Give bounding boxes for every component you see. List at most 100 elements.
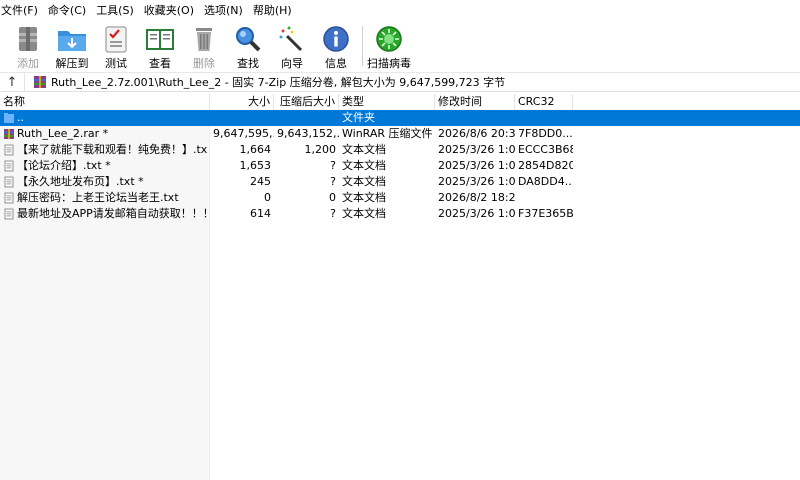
up-arrow-icon[interactable]: ↑ — [0, 72, 24, 92]
list-header: 名称 大小 压缩后大小 类型 修改时间 CRC32 — [0, 94, 800, 110]
row-size: 245 — [250, 175, 271, 188]
test-button[interactable]: 测试 — [94, 22, 138, 70]
row-modified: 2026/8/2 18:28 — [438, 191, 515, 204]
test-label: 测试 — [105, 57, 127, 70]
row-packed: 0 — [329, 191, 336, 204]
row-name-cell: 【永久地址发布页】.txt * — [0, 174, 210, 190]
row-name-cell: .. — [0, 110, 210, 126]
row-modified: 2025/3/26 1:07 — [438, 143, 515, 156]
address-bar: ↑ Ruth_Lee_2.7z.001\Ruth_Lee_2 - 固实 7-Zi… — [0, 72, 800, 92]
add-archive-icon — [12, 24, 44, 54]
row-name: Ruth_Lee_2.rar * — [17, 127, 109, 140]
table-row[interactable]: .. 文件夹 — [0, 110, 800, 126]
row-name: .. — [17, 111, 24, 124]
menu-file[interactable]: 文件(F) — [0, 0, 41, 22]
add-label: 添加 — [17, 57, 39, 70]
view-book-icon — [144, 24, 176, 54]
column-header-crc[interactable]: CRC32 — [515, 94, 573, 110]
row-type: 文本文档 — [342, 143, 386, 156]
table-row[interactable]: 最新地址及APP请发邮箱自动获取！！！.tx... 614 ? 文本文档 202… — [0, 206, 800, 222]
extract-to-button[interactable]: 解压到 — [50, 22, 94, 70]
row-packed: ? — [330, 175, 336, 188]
row-crc: ECCC3B68 — [518, 143, 573, 156]
column-header-packed[interactable]: 压缩后大小 — [274, 94, 339, 110]
info-button[interactable]: 信息 — [314, 22, 358, 70]
menu-options[interactable]: 选项(N) — [201, 0, 246, 22]
column-header-modified[interactable]: 修改时间 — [435, 94, 515, 110]
magic-wand-icon — [276, 24, 308, 54]
row-packed: ? — [330, 207, 336, 220]
row-type: 文本文档 — [342, 175, 386, 188]
rar-archive-icon — [3, 128, 15, 140]
row-name-cell: 【论坛介绍】.txt * — [0, 158, 210, 174]
path-field[interactable]: Ruth_Lee_2.7z.001\Ruth_Lee_2 - 固实 7-Zip … — [24, 72, 800, 92]
table-row[interactable]: 【来了就能下载和观看！纯免费！】.txt * 1,664 1,200 文本文档 … — [0, 142, 800, 158]
view-label: 查看 — [149, 57, 171, 70]
row-crc: DA8DD4... — [518, 175, 573, 188]
row-packed — [274, 110, 339, 126]
row-size: 9,647,595,... — [213, 127, 274, 140]
magnifier-icon — [232, 24, 264, 54]
wizard-button[interactable]: 向导 — [270, 22, 314, 70]
row-modified: 2025/3/26 1:08 — [438, 159, 515, 172]
info-icon — [320, 24, 352, 54]
row-modified: 2025/3/26 1:08 — [438, 175, 515, 188]
virus-scan-button[interactable]: 扫描病毒 — [367, 22, 411, 70]
toolbar-separator — [362, 26, 363, 66]
row-name: 【永久地址发布页】.txt * — [17, 175, 144, 188]
text-file-icon — [3, 176, 15, 188]
text-file-icon — [3, 208, 15, 220]
file-list: 名称 大小 压缩后大小 类型 修改时间 CRC32 .. 文件夹 Ruth_Le… — [0, 94, 800, 480]
row-crc — [515, 190, 573, 206]
column-header-type[interactable]: 类型 — [339, 94, 435, 110]
path-text: Ruth_Lee_2.7z.001\Ruth_Lee_2 - 固实 7-Zip … — [51, 76, 506, 89]
row-modified: 2025/3/26 1:08 — [438, 207, 515, 220]
row-name-cell: 【来了就能下载和观看！纯免费！】.txt * — [0, 142, 210, 158]
text-file-icon — [3, 144, 15, 156]
row-name-cell: 最新地址及APP请发邮箱自动获取！！！.tx... — [0, 206, 210, 222]
row-modified — [435, 110, 515, 126]
extract-folder-icon — [56, 24, 88, 54]
menu-tools[interactable]: 工具(S) — [93, 0, 137, 22]
table-row[interactable]: 解压密码：上老王论坛当老王.txt 0 0 文本文档 2026/8/2 18:2… — [0, 190, 800, 206]
virus-scan-label: 扫描病毒 — [367, 57, 411, 70]
menu-help[interactable]: 帮助(H) — [250, 0, 295, 22]
row-size: 614 — [250, 207, 271, 220]
delete-label: 删除 — [193, 57, 215, 70]
row-size: 1,664 — [239, 143, 272, 156]
row-name: 【论坛介绍】.txt * — [17, 159, 111, 172]
row-type: 文本文档 — [342, 191, 386, 204]
archive-icon — [33, 75, 47, 89]
row-name-cell: 解压密码：上老王论坛当老王.txt — [0, 190, 210, 206]
row-packed: 9,643,152,... — [277, 127, 339, 140]
test-checklist-icon — [100, 24, 132, 54]
menu-favorites[interactable]: 收藏夹(O) — [141, 0, 197, 22]
folder-up-icon — [3, 112, 15, 124]
row-modified: 2026/8/6 20:30 — [438, 127, 515, 140]
row-name: 解压密码：上老王论坛当老王.txt — [17, 191, 179, 204]
column-header-size[interactable]: 大小 — [210, 94, 274, 110]
find-label: 查找 — [237, 57, 259, 70]
text-file-icon — [3, 160, 15, 172]
find-button[interactable]: 查找 — [226, 22, 270, 70]
row-crc: 7F8DD0... — [518, 127, 573, 140]
add-button[interactable]: 添加 — [6, 22, 50, 70]
row-crc — [515, 110, 573, 126]
table-row[interactable]: 【论坛介绍】.txt * 1,653 ? 文本文档 2025/3/26 1:08… — [0, 158, 800, 174]
row-crc: 2854D820 — [518, 159, 573, 172]
row-crc: F37E365B — [518, 207, 573, 220]
extract-to-label: 解压到 — [55, 57, 89, 70]
row-name: 最新地址及APP请发邮箱自动获取！！！.tx... — [17, 207, 207, 220]
menu-commands[interactable]: 命令(C) — [45, 0, 89, 22]
row-name: 【来了就能下载和观看！纯免费！】.txt * — [17, 143, 207, 156]
table-row[interactable]: 【永久地址发布页】.txt * 245 ? 文本文档 2025/3/26 1:0… — [0, 174, 800, 190]
row-packed: 1,200 — [304, 143, 337, 156]
column-header-name[interactable]: 名称 — [0, 94, 210, 110]
view-button[interactable]: 查看 — [138, 22, 182, 70]
trash-icon — [188, 24, 220, 54]
table-row[interactable]: Ruth_Lee_2.rar * 9,647,595,... 9,643,152… — [0, 126, 800, 142]
row-size — [210, 110, 274, 126]
delete-button[interactable]: 删除 — [182, 22, 226, 70]
row-name-cell: Ruth_Lee_2.rar * — [0, 126, 210, 142]
wizard-label: 向导 — [281, 57, 303, 70]
